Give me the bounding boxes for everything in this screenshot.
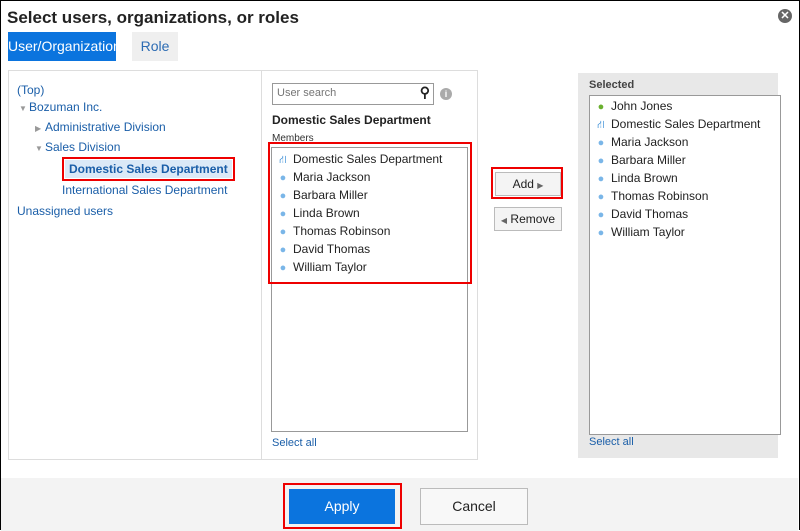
user-icon: ●	[279, 244, 287, 256]
list-item-label: Barbara Miller	[611, 153, 686, 167]
list-item[interactable]: ● Thomas Robinson	[277, 222, 391, 240]
tab-user-organization[interactable]: User/Organization	[8, 32, 121, 61]
user-search-box: ⚲	[272, 83, 434, 105]
user-icon: ●	[279, 262, 287, 274]
tree-item-label: Bozuman Inc.	[29, 100, 103, 114]
tree-item-sales-division[interactable]: ▼ Sales Division	[35, 138, 120, 156]
list-item[interactable]: ● Thomas Robinson	[595, 187, 709, 205]
department-title: Domestic Sales Department	[272, 113, 431, 127]
user-icon: ●	[279, 172, 287, 184]
organization-tree-panel: (Top) ▼ Bozuman Inc. ▶ Administrative Divi…	[8, 70, 261, 460]
list-item-label: Domestic Sales Department	[293, 152, 443, 166]
organization-icon: ⛙	[279, 154, 287, 166]
add-label: Add	[512, 177, 534, 191]
list-item-label: Thomas Robinson	[293, 224, 391, 238]
tree-item-label: (Top)	[17, 83, 45, 97]
list-item[interactable]: ⛙ Domestic Sales Department	[277, 150, 442, 168]
user-icon: ●	[597, 155, 605, 167]
list-item[interactable]: ⛙ Domestic Sales Department	[595, 115, 760, 133]
members-select-all-link[interactable]: Select all	[272, 437, 317, 449]
arrow-right-icon: ▶	[537, 181, 544, 190]
list-item-label: David Thomas	[293, 242, 371, 256]
list-item-label: Linda Brown	[293, 206, 360, 220]
organization-icon: ⛙	[597, 119, 605, 131]
expanded-triangle-icon[interactable]: ▼	[35, 140, 45, 158]
members-list[interactable]: ⛙ Domestic Sales Department ● Maria Jackso…	[271, 147, 468, 432]
arrow-left-icon: ◀	[500, 216, 508, 225]
user-search-input[interactable]	[273, 84, 411, 102]
dialog-footer	[1, 478, 798, 531]
user-icon: ●	[597, 227, 605, 239]
list-item-label: Linda Brown	[611, 171, 678, 185]
selected-list[interactable]: ● John Jones ⛙ Domestic Sales Department ●…	[589, 95, 781, 435]
list-item[interactable]: ● David Thomas	[595, 205, 688, 223]
tree-item-international-sales-department[interactable]: International Sales Department	[62, 181, 227, 199]
user-icon: ●	[279, 226, 287, 238]
list-item[interactable]: ● Barbara Miller	[277, 186, 368, 204]
list-item[interactable]: ● Barbara Miller	[595, 151, 686, 169]
list-item[interactable]: ● William Taylor	[595, 223, 685, 241]
cancel-button[interactable]: Cancel	[420, 488, 528, 525]
members-label: Members	[272, 133, 314, 144]
search-icon[interactable]: ⚲	[420, 84, 430, 101]
list-item[interactable]: ● Maria Jackson	[595, 133, 689, 151]
tree-item-unassigned-users[interactable]: Unassigned users	[17, 202, 113, 220]
list-item-label: David Thomas	[611, 207, 689, 221]
tree-item-domestic-sales-department[interactable]: Domestic Sales Department	[62, 157, 235, 181]
members-panel: ⚲ i Domestic Sales Department Members ⛙ D…	[261, 70, 478, 460]
list-item[interactable]: ● Linda Brown	[595, 169, 678, 187]
list-item-label: Maria Jackson	[611, 135, 689, 149]
remove-label: Remove	[510, 212, 556, 226]
user-icon: ●	[597, 173, 605, 185]
list-item-label: Barbara Miller	[293, 188, 368, 202]
expanded-triangle-icon[interactable]: ▼	[19, 100, 29, 118]
list-item-label: Domestic Sales Department	[611, 117, 761, 131]
tree-item-label: Sales Division	[45, 140, 121, 154]
list-item-label: John Jones	[611, 99, 673, 113]
info-icon[interactable]: i	[440, 88, 452, 100]
tree-item-top[interactable]: (Top)	[17, 81, 44, 99]
selected-label: Selected	[589, 79, 635, 91]
apply-button[interactable]: Apply	[289, 489, 395, 524]
list-item[interactable]: ● Linda Brown	[277, 204, 360, 222]
user-icon: ●	[597, 209, 605, 221]
selected-panel: Selected ● John Jones ⛙ Domestic Sales Dep…	[578, 73, 781, 458]
list-item-label: Maria Jackson	[293, 170, 371, 184]
selected-select-all-link[interactable]: Select all	[589, 436, 634, 448]
list-item-label: Thomas Robinson	[611, 189, 709, 203]
collapsed-triangle-icon[interactable]: ▶	[35, 120, 45, 138]
add-button[interactable]: Add ▶	[495, 172, 561, 196]
tree-item-label: Administrative Division	[45, 120, 166, 134]
list-item[interactable]: ● David Thomas	[277, 240, 370, 258]
user-icon: ●	[279, 208, 287, 220]
user-icon: ●	[279, 190, 287, 202]
tree-item-administrative-division[interactable]: ▶ Administrative Division	[35, 118, 166, 136]
user-icon: ●	[597, 191, 605, 203]
remove-button[interactable]: ◀ Remove	[494, 207, 562, 231]
tab-role[interactable]: Role	[132, 32, 178, 61]
dialog-title: Select users, organizations, or roles	[7, 8, 299, 27]
current-user-icon: ●	[597, 101, 605, 113]
list-item[interactable]: ● William Taylor	[277, 258, 367, 276]
list-item-label: William Taylor	[611, 225, 685, 239]
user-icon: ●	[597, 137, 605, 149]
tree-item-bozuman[interactable]: ▼ Bozuman Inc.	[19, 98, 102, 116]
list-item-label: William Taylor	[293, 260, 367, 274]
close-icon[interactable]: ✕	[778, 9, 792, 23]
list-item[interactable]: ● Maria Jackson	[277, 168, 371, 186]
list-item[interactable]: ● John Jones	[595, 97, 673, 115]
